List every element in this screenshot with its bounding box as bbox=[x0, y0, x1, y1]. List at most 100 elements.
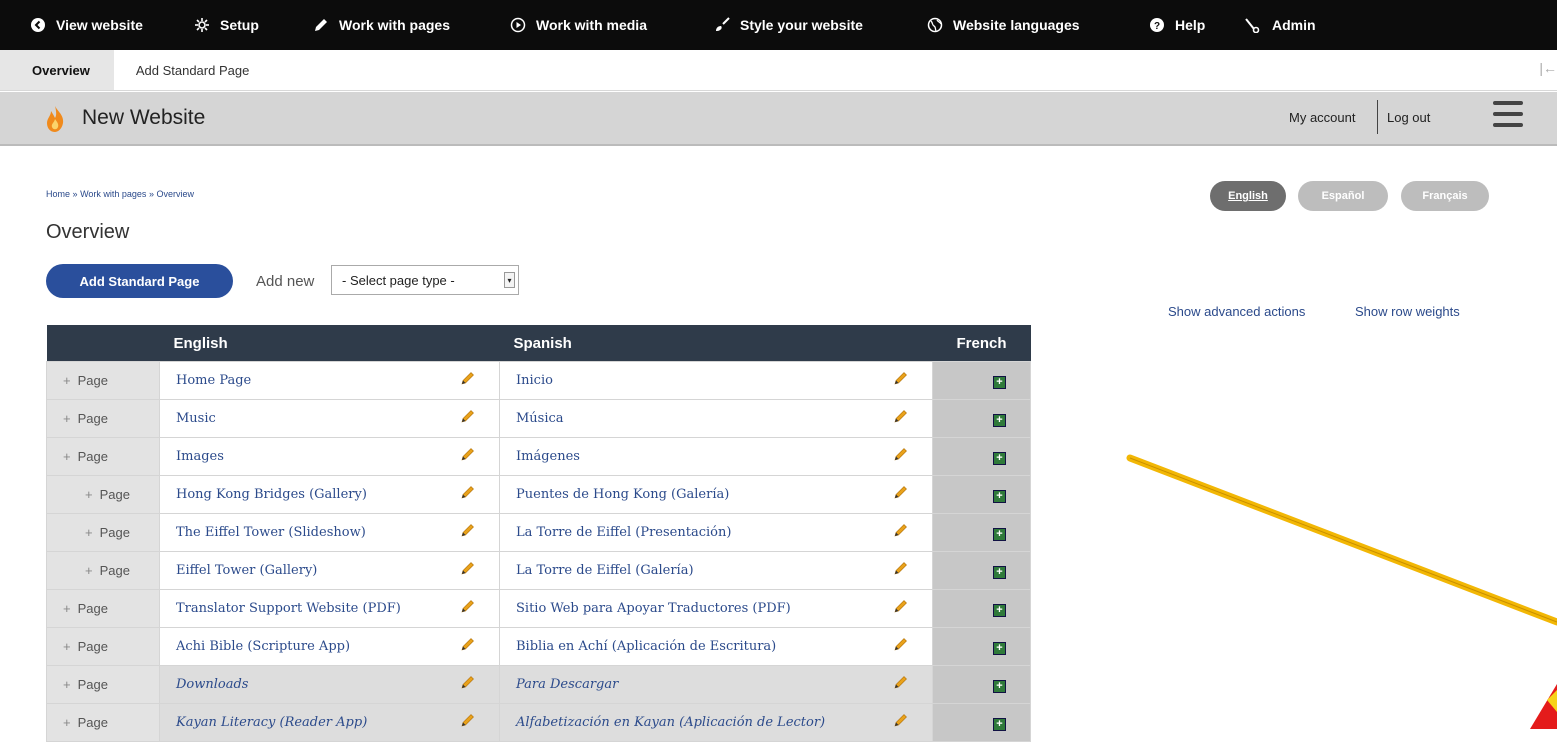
edit-pencil-icon[interactable] bbox=[461, 371, 475, 385]
edit-pencil-icon[interactable] bbox=[461, 523, 475, 537]
spanish-page-link[interactable]: Música bbox=[516, 411, 564, 426]
edit-pencil-icon[interactable] bbox=[894, 523, 908, 537]
edit-pencil-icon[interactable] bbox=[461, 713, 475, 727]
drag-handle[interactable]: + Page bbox=[46, 475, 160, 514]
edit-pencil-icon[interactable] bbox=[894, 561, 908, 575]
english-page-link[interactable]: Translator Support Website (PDF) bbox=[176, 601, 401, 616]
edit-pencil-icon[interactable] bbox=[461, 637, 475, 651]
edit-pencil-icon[interactable] bbox=[461, 447, 475, 461]
drag-handle[interactable]: + Page bbox=[46, 589, 160, 628]
spanish-page-link[interactable]: La Torre de Eiffel (Presentación) bbox=[516, 525, 731, 540]
toolbar-view-website[interactable]: View website bbox=[28, 0, 143, 50]
english-page-link[interactable]: Images bbox=[176, 449, 224, 464]
spanish-page-cell: Sitio Web para Apoyar Traductores (PDF) bbox=[499, 589, 933, 628]
table-row: + Page Images Imágenes + bbox=[46, 437, 1031, 476]
english-page-link[interactable]: Home Page bbox=[176, 373, 251, 388]
spanish-page-link[interactable]: Biblia en Achí (Aplicación de Escritura) bbox=[516, 639, 776, 654]
drag-handle[interactable]: + Page bbox=[46, 399, 160, 438]
add-translation-icon[interactable]: + bbox=[993, 641, 1006, 655]
add-standard-page-button[interactable]: Add Standard Page bbox=[46, 264, 233, 298]
wrench-icon bbox=[1244, 15, 1264, 35]
edit-pencil-icon[interactable] bbox=[461, 675, 475, 689]
toolbar-work-with-pages[interactable]: Work with pages bbox=[311, 0, 450, 50]
edit-pencil-icon[interactable] bbox=[894, 447, 908, 461]
drag-handle[interactable]: + Page bbox=[46, 665, 160, 704]
edit-pencil-icon[interactable] bbox=[894, 713, 908, 727]
edit-pencil-icon[interactable] bbox=[461, 409, 475, 423]
toolbar-label: Work with media bbox=[536, 17, 647, 33]
english-page-link[interactable]: Kayan Literacy (Reader App) bbox=[176, 715, 367, 730]
english-page-link[interactable]: Downloads bbox=[176, 677, 248, 692]
drag-handle[interactable]: + Page bbox=[46, 361, 160, 400]
add-translation-icon[interactable]: + bbox=[993, 451, 1006, 465]
add-translation-icon[interactable]: + bbox=[993, 565, 1006, 579]
add-translation-icon[interactable]: + bbox=[993, 527, 1006, 541]
french-page-cell: + bbox=[932, 551, 1031, 590]
my-account-link[interactable]: My account bbox=[1289, 110, 1355, 125]
spanish-page-link[interactable]: La Torre de Eiffel (Galería) bbox=[516, 563, 694, 578]
spanish-page-cell: Música bbox=[499, 399, 933, 438]
drag-handle[interactable]: + Page bbox=[46, 551, 160, 590]
column-header-spanish: Spanish bbox=[499, 325, 933, 362]
edit-pencil-icon[interactable] bbox=[894, 599, 908, 613]
edit-pencil-icon[interactable] bbox=[461, 561, 475, 575]
row-type-label: Page bbox=[77, 639, 108, 654]
page-type-select[interactable]: - Select page type - ▾ bbox=[331, 265, 519, 295]
edit-pencil-icon[interactable] bbox=[894, 485, 908, 499]
edit-pencil-icon[interactable] bbox=[894, 675, 908, 689]
edit-pencil-icon[interactable] bbox=[894, 371, 908, 385]
french-page-cell: + bbox=[932, 437, 1031, 476]
add-translation-icon[interactable]: + bbox=[993, 413, 1006, 427]
breadcrumb-work-with-pages[interactable]: Work with pages bbox=[80, 189, 146, 199]
spanish-page-cell: La Torre de Eiffel (Galería) bbox=[499, 551, 933, 590]
english-page-cell: Hong Kong Bridges (Gallery) bbox=[159, 475, 500, 514]
spanish-page-link[interactable]: Puentes de Hong Kong (Galería) bbox=[516, 487, 729, 502]
spanish-page-link[interactable]: Alfabetización en Kayan (Aplicación de L… bbox=[516, 715, 825, 730]
edit-pencil-icon[interactable] bbox=[894, 409, 908, 423]
add-translation-icon[interactable]: + bbox=[993, 375, 1006, 389]
breadcrumb-overview[interactable]: Overview bbox=[156, 189, 194, 199]
english-page-cell: Kayan Literacy (Reader App) bbox=[159, 703, 500, 742]
spanish-page-link[interactable]: Imágenes bbox=[516, 449, 580, 464]
english-page-link[interactable]: Achi Bible (Scripture App) bbox=[176, 639, 350, 654]
tab-overview[interactable]: Overview bbox=[0, 50, 114, 90]
show-row-weights-link[interactable]: Show row weights bbox=[1355, 304, 1460, 319]
spanish-page-link[interactable]: Sitio Web para Apoyar Traductores (PDF) bbox=[516, 601, 791, 616]
toolbar-setup[interactable]: Setup bbox=[192, 0, 259, 50]
spanish-page-link[interactable]: Inicio bbox=[516, 373, 553, 388]
spanish-page-link[interactable]: Para Descargar bbox=[516, 677, 618, 692]
table-row: + Page Translator Support Website (PDF) Sit… bbox=[46, 589, 1031, 628]
site-name[interactable]: New Website bbox=[82, 106, 205, 130]
toolbar-help[interactable]: ? Help bbox=[1147, 0, 1205, 50]
show-advanced-actions-link[interactable]: Show advanced actions bbox=[1168, 304, 1305, 319]
language-espanol[interactable]: Español bbox=[1298, 181, 1388, 211]
edit-pencil-icon[interactable] bbox=[461, 599, 475, 613]
breadcrumb-home[interactable]: Home bbox=[46, 189, 70, 199]
french-page-cell: + bbox=[932, 361, 1031, 400]
language-english[interactable]: English bbox=[1210, 181, 1286, 211]
table-header-row: English Spanish French bbox=[46, 325, 1031, 362]
add-translation-icon[interactable]: + bbox=[993, 679, 1006, 693]
edit-pencil-icon[interactable] bbox=[461, 485, 475, 499]
french-page-cell: + bbox=[932, 475, 1031, 514]
english-page-link[interactable]: Eiffel Tower (Gallery) bbox=[176, 563, 317, 578]
edit-pencil-icon[interactable] bbox=[894, 637, 908, 651]
english-page-link[interactable]: Hong Kong Bridges (Gallery) bbox=[176, 487, 367, 502]
tray-toggle-icon[interactable]: |← bbox=[1539, 60, 1557, 76]
add-translation-icon[interactable]: + bbox=[993, 603, 1006, 617]
log-out-link[interactable]: Log out bbox=[1387, 110, 1430, 125]
drag-handle[interactable]: + Page bbox=[46, 703, 160, 742]
drag-handle[interactable]: + Page bbox=[46, 513, 160, 552]
toolbar-admin[interactable]: Admin bbox=[1244, 0, 1316, 50]
english-page-link[interactable]: Music bbox=[176, 411, 216, 426]
hamburger-menu-icon[interactable] bbox=[1493, 101, 1523, 129]
english-page-link[interactable]: The Eiffel Tower (Slideshow) bbox=[176, 525, 366, 540]
toolbar-website-languages[interactable]: Website languages bbox=[925, 0, 1080, 50]
tab-add-standard-page[interactable]: Add Standard Page bbox=[114, 50, 271, 90]
add-translation-icon[interactable]: + bbox=[993, 489, 1006, 503]
drag-handle[interactable]: + Page bbox=[46, 437, 160, 476]
toolbar-work-with-media[interactable]: Work with media bbox=[508, 0, 647, 50]
toolbar-style-your-website[interactable]: Style your website bbox=[712, 0, 863, 50]
language-francais[interactable]: Français bbox=[1401, 181, 1489, 211]
drag-handle[interactable]: + Page bbox=[46, 627, 160, 666]
